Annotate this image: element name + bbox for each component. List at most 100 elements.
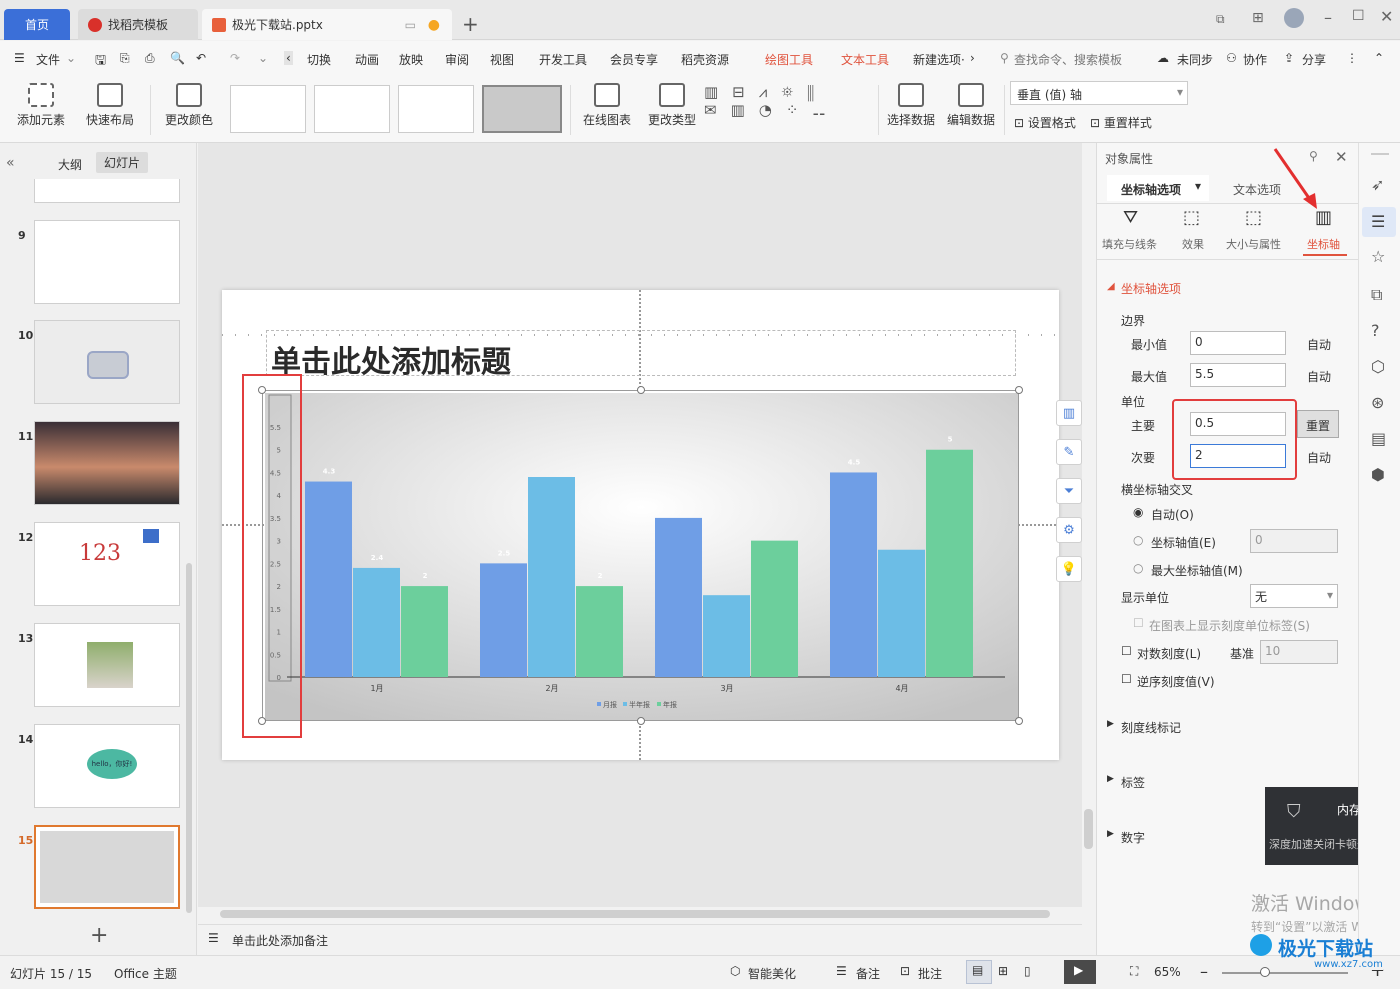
set-format-button[interactable]: ⊡ 设置格式 <box>1014 114 1076 131</box>
print-icon[interactable]: ⎙ <box>145 51 155 66</box>
chart-style-3[interactable] <box>398 85 474 133</box>
chart-style-2[interactable] <box>314 85 390 133</box>
scroll-thumb[interactable] <box>220 910 1050 918</box>
play-button[interactable]: ▶ <box>1064 960 1096 984</box>
notes-placeholder[interactable]: 单击此处添加备注 <box>232 932 328 949</box>
slide-thumbnail-13[interactable] <box>34 623 180 707</box>
menu-item-1[interactable]: 动画 <box>355 51 379 68</box>
minimize-icon[interactable]: – <box>1324 8 1332 27</box>
subtab-size[interactable]: 大小与属性 <box>1226 236 1281 252</box>
menu-item-0[interactable]: 切换 <box>307 51 331 68</box>
fill-bucket-icon[interactable]: ⛛ <box>1123 207 1138 228</box>
section-tick-marks[interactable]: 刻度线标记 <box>1121 719 1181 736</box>
section-number[interactable]: 数字 <box>1121 829 1145 846</box>
normal-view-button[interactable]: ▤ <box>966 960 992 984</box>
lightbulb-icon[interactable]: 💡 <box>1056 556 1082 582</box>
menu-item-4[interactable]: 视图 <box>490 51 514 68</box>
menu-drawing-tools[interactable]: 绘图工具 <box>765 51 813 68</box>
subtab-axis[interactable]: 坐标轴 <box>1307 236 1340 252</box>
select-data-button[interactable]: 选择数据 <box>884 83 938 128</box>
layout-icon[interactable]: ⧉ <box>1216 12 1225 27</box>
subtab-fill[interactable]: 填充与线条 <box>1102 236 1157 252</box>
zoom-out-icon[interactable]: – <box>1200 962 1208 981</box>
slide-thumbnail-14[interactable]: hello，你好! <box>34 724 180 808</box>
pane-title[interactable]: 对象属性 <box>1105 150 1153 167</box>
tab-slides[interactable]: 幻灯片 <box>96 152 149 173</box>
zoom-thumb[interactable] <box>1260 967 1270 977</box>
notes-toggle[interactable]: 备注 <box>856 965 880 982</box>
horizontal-scrollbar[interactable] <box>208 910 1068 918</box>
resize-handle[interactable] <box>1015 717 1023 725</box>
max-input[interactable]: 5.5 <box>1190 363 1286 387</box>
resize-handle[interactable] <box>1015 386 1023 394</box>
resize-handle[interactable] <box>637 386 645 394</box>
slide-thumbnail-15[interactable] <box>34 825 180 909</box>
save-icon[interactable]: 🖫 <box>95 51 106 73</box>
radio-icon[interactable]: ○ <box>1133 533 1143 547</box>
menu-item-7[interactable]: 稻壳资源 <box>681 51 729 68</box>
rocket-icon[interactable]: ➶ <box>1371 175 1384 194</box>
notes-bar[interactable]: ☰ 单击此处添加备注 <box>198 924 1082 955</box>
reading-view-icon[interactable]: ▯ <box>1024 964 1031 978</box>
slide-thumbnail-12[interactable]: 123 <box>34 522 180 606</box>
panel-scrollbar[interactable] <box>186 563 192 913</box>
scroll-left-icon[interactable]: ‹ <box>284 51 293 65</box>
checkbox-icon[interactable]: ☐ <box>1121 644 1132 658</box>
chart-element-tools[interactable]: ▥⊟⩘⛯⫼ ✉▥◔⁘⚋ <box>704 83 874 135</box>
book-icon[interactable]: ▤ <box>1371 429 1386 448</box>
change-color-button[interactable]: 更改颜色 <box>158 83 220 128</box>
axis-selector[interactable]: 垂直 (值) 轴 ▾ <box>1010 81 1188 105</box>
star-icon[interactable]: ☆ <box>1371 247 1385 266</box>
grid-view-icon[interactable]: ⊞ <box>998 964 1008 978</box>
chart-frame[interactable]: 0 0.5 1 1.5 2 2.5 3 3.5 4 4.5 5 5.5 4.3 2.4 2 1月 2.5 2 2月 3… <box>258 386 1023 725</box>
compass-icon[interactable]: ⊛ <box>1371 393 1384 412</box>
tab-axis-options[interactable]: 坐标轴选项 ▾ <box>1107 175 1209 201</box>
collapse-icon[interactable]: ⌃ <box>1374 51 1384 65</box>
preview-icon[interactable]: 🔍 <box>170 51 185 65</box>
redo-icon[interactable]: ↷ <box>230 51 240 65</box>
cube-icon[interactable]: ⬢ <box>1371 465 1385 484</box>
maximize-icon[interactable]: ☐ <box>1352 8 1365 24</box>
minor-auto-button[interactable]: 自动 <box>1307 449 1331 466</box>
undo-icon[interactable]: ↶ <box>196 51 206 65</box>
add-slide-icon[interactable]: + <box>90 923 108 948</box>
chart-style-1[interactable] <box>230 85 306 133</box>
new-tab-icon[interactable]: + <box>462 12 479 36</box>
edit-data-button[interactable]: 编辑数据 <box>944 83 998 128</box>
comment-toggle[interactable]: 批注 <box>918 965 942 982</box>
chart-style-pen-icon[interactable]: ✎ <box>1056 439 1082 465</box>
fit-icon[interactable]: ⛶ <box>1130 964 1138 979</box>
more-vertical-icon[interactable]: ⋮ <box>1346 51 1358 65</box>
resize-handle[interactable] <box>637 717 645 725</box>
online-chart-button[interactable]: 在线图表 <box>576 83 638 128</box>
sync-status[interactable]: 未同步 <box>1177 51 1213 68</box>
subtab-effects[interactable]: 效果 <box>1182 236 1204 252</box>
checkbox-icon[interactable]: ☐ <box>1121 672 1132 686</box>
monitor-icon[interactable]: ▭ <box>405 18 416 32</box>
hamburger-icon[interactable]: ☰ <box>14 51 25 65</box>
settings-sliders-button[interactable]: ☰ <box>1362 207 1396 237</box>
slide-thumbnail-11[interactable] <box>34 421 180 505</box>
menu-item-2[interactable]: 放映 <box>399 51 423 68</box>
smart-beautify-button[interactable]: 智能美化 <box>748 965 796 982</box>
help-icon[interactable]: ? <box>1371 321 1380 340</box>
title-placeholder[interactable]: 单击此处添加标题 <box>266 330 1016 380</box>
close-icon[interactable]: ✕ <box>1380 7 1393 26</box>
menu-file[interactable]: 文件 <box>36 51 60 68</box>
expand-triangle-icon[interactable]: ◢ <box>1107 281 1115 292</box>
command-search[interactable]: 查找命令、搜索模板 <box>1014 51 1122 68</box>
tag-icon[interactable]: ⬡ <box>1371 357 1385 376</box>
section-labels[interactable]: 标签 <box>1121 774 1145 791</box>
zoom-level[interactable]: 65% <box>1154 965 1181 979</box>
tab-document[interactable]: 极光下载站.pptx ▭ ● <box>202 9 452 40</box>
collapsed-triangle-icon[interactable]: ▶ <box>1107 774 1114 784</box>
collapsed-triangle-icon[interactable]: ▶ <box>1107 719 1114 729</box>
menu-new-options[interactable]: 新建选项· <box>913 51 965 68</box>
menu-item-3[interactable]: 审阅 <box>445 51 469 68</box>
vertical-scrollbar[interactable] <box>1084 143 1094 903</box>
tab-home[interactable]: 首页 <box>4 9 70 40</box>
chart-filter-icon[interactable]: ⏷ <box>1056 478 1082 504</box>
base-input[interactable]: 10 <box>1260 640 1338 664</box>
max-auto-button[interactable]: 自动 <box>1307 368 1331 385</box>
reset-button[interactable]: 重置 <box>1297 410 1339 438</box>
